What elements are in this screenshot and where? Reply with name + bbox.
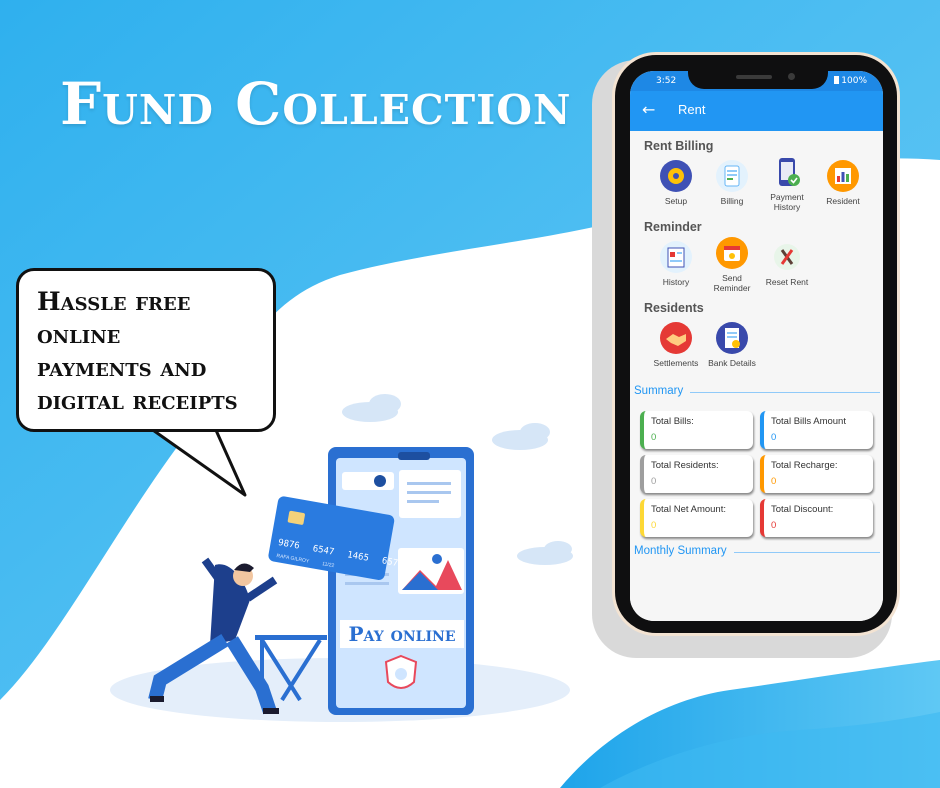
- tile-label: Resident: [826, 196, 860, 206]
- bubble-line: online: [37, 320, 121, 349]
- tile-label: Settlements: [653, 358, 699, 368]
- tile-setup[interactable]: Setup: [648, 159, 704, 206]
- bubble-text: Hassle free online payments and digital …: [37, 285, 259, 417]
- handshake-icon: [660, 322, 692, 354]
- tile-settlements[interactable]: Settlements: [648, 321, 704, 368]
- card-value: 0: [651, 476, 657, 487]
- resident-report-icon: [827, 160, 859, 192]
- section-title-residents: Residents: [644, 301, 704, 315]
- card-value: 0: [771, 520, 777, 531]
- card-title: Total Net Amount:: [651, 504, 726, 515]
- promo-canvas: 9876 6547 1465 6574 RAFA GILROY 11/22 Fu…: [0, 0, 940, 788]
- summary-card-total-net-amount[interactable]: Total Net Amount: 0: [640, 499, 753, 537]
- tile-label: History: [662, 277, 690, 287]
- summary-divider: [690, 392, 880, 393]
- card-title: Total Discount:: [771, 504, 834, 515]
- bubble-line: digital receipts: [37, 386, 238, 415]
- summary-card-total-recharge[interactable]: Total Recharge: 0: [760, 455, 873, 493]
- tile-label: Setup: [664, 196, 688, 206]
- phone-screen: 3:52 100% ← Rent Rent Billing Setup Bill…: [630, 71, 883, 621]
- pay-online-label: Pay online: [340, 620, 464, 648]
- tile-label: Send Reminder: [713, 273, 751, 293]
- headline: Fund Collection: [60, 70, 572, 138]
- calendar-bell-icon: [716, 237, 748, 269]
- battery-level: 100%: [841, 76, 867, 86]
- tools-icon: [774, 244, 800, 270]
- bubble-line: payments and: [37, 353, 207, 382]
- tile-history[interactable]: History: [648, 240, 704, 287]
- tile-resident[interactable]: Resident: [815, 159, 871, 206]
- speech-bubble: Hassle free online payments and digital …: [16, 268, 276, 432]
- summary-card-total-bills[interactable]: Total Bills: 0: [640, 411, 753, 449]
- summary-label: Summary: [634, 385, 684, 397]
- section-title-reminder: Reminder: [644, 220, 702, 234]
- invoice-icon: [716, 160, 748, 192]
- card-value: 0: [651, 520, 657, 531]
- tile-label: Payment History: [770, 192, 804, 212]
- tile-reset-rent[interactable]: Reset Rent: [759, 240, 815, 287]
- tile-label: Billing: [720, 196, 744, 206]
- gear-coins-icon: [660, 160, 692, 192]
- card-value: 0: [771, 432, 777, 443]
- phone-notch: [688, 71, 828, 89]
- section-title-rent-billing: Rent Billing: [644, 139, 714, 153]
- card-title: Total Recharge:: [771, 460, 838, 471]
- bank-document-icon: [716, 322, 748, 354]
- bubble-line: Hassle free: [37, 287, 191, 316]
- battery-icon: [834, 76, 840, 84]
- tile-bank-details[interactable]: Bank Details: [704, 321, 760, 368]
- app-bar-title: Rent: [678, 102, 706, 117]
- status-battery: 100%: [834, 71, 867, 91]
- card-value: 0: [651, 432, 657, 443]
- tile-label: Reset Rent: [765, 277, 809, 287]
- summary-card-total-bills-amount[interactable]: Total Bills Amount 0: [760, 411, 873, 449]
- monthly-summary-label: Monthly Summary: [634, 545, 727, 557]
- tile-billing[interactable]: Billing: [704, 159, 760, 206]
- card-title: Total Residents:: [651, 460, 719, 471]
- summary-card-total-discount[interactable]: Total Discount: 0: [760, 499, 873, 537]
- phone-frame: 3:52 100% ← Rent Rent Billing Setup Bill…: [612, 52, 900, 636]
- card-title: Total Bills Amount: [771, 416, 846, 427]
- tile-send-reminder[interactable]: Send Reminder: [704, 236, 760, 293]
- tile-payment-history[interactable]: Payment History: [759, 155, 815, 212]
- card-title: Total Bills:: [651, 416, 694, 427]
- monthly-summary-divider: [734, 552, 880, 553]
- payment-history-icon: [779, 158, 800, 186]
- card-value: 0: [771, 476, 777, 487]
- rent-content: Rent Billing Setup Billing Payment Histo…: [630, 131, 883, 621]
- status-time: 3:52: [656, 76, 677, 86]
- summary-card-total-residents[interactable]: Total Residents: 0: [640, 455, 753, 493]
- tile-label: Bank Details: [708, 358, 756, 368]
- arrow-left-icon[interactable]: ←: [642, 100, 655, 120]
- app-bar: ← Rent: [630, 91, 883, 131]
- history-report-icon: [660, 241, 692, 273]
